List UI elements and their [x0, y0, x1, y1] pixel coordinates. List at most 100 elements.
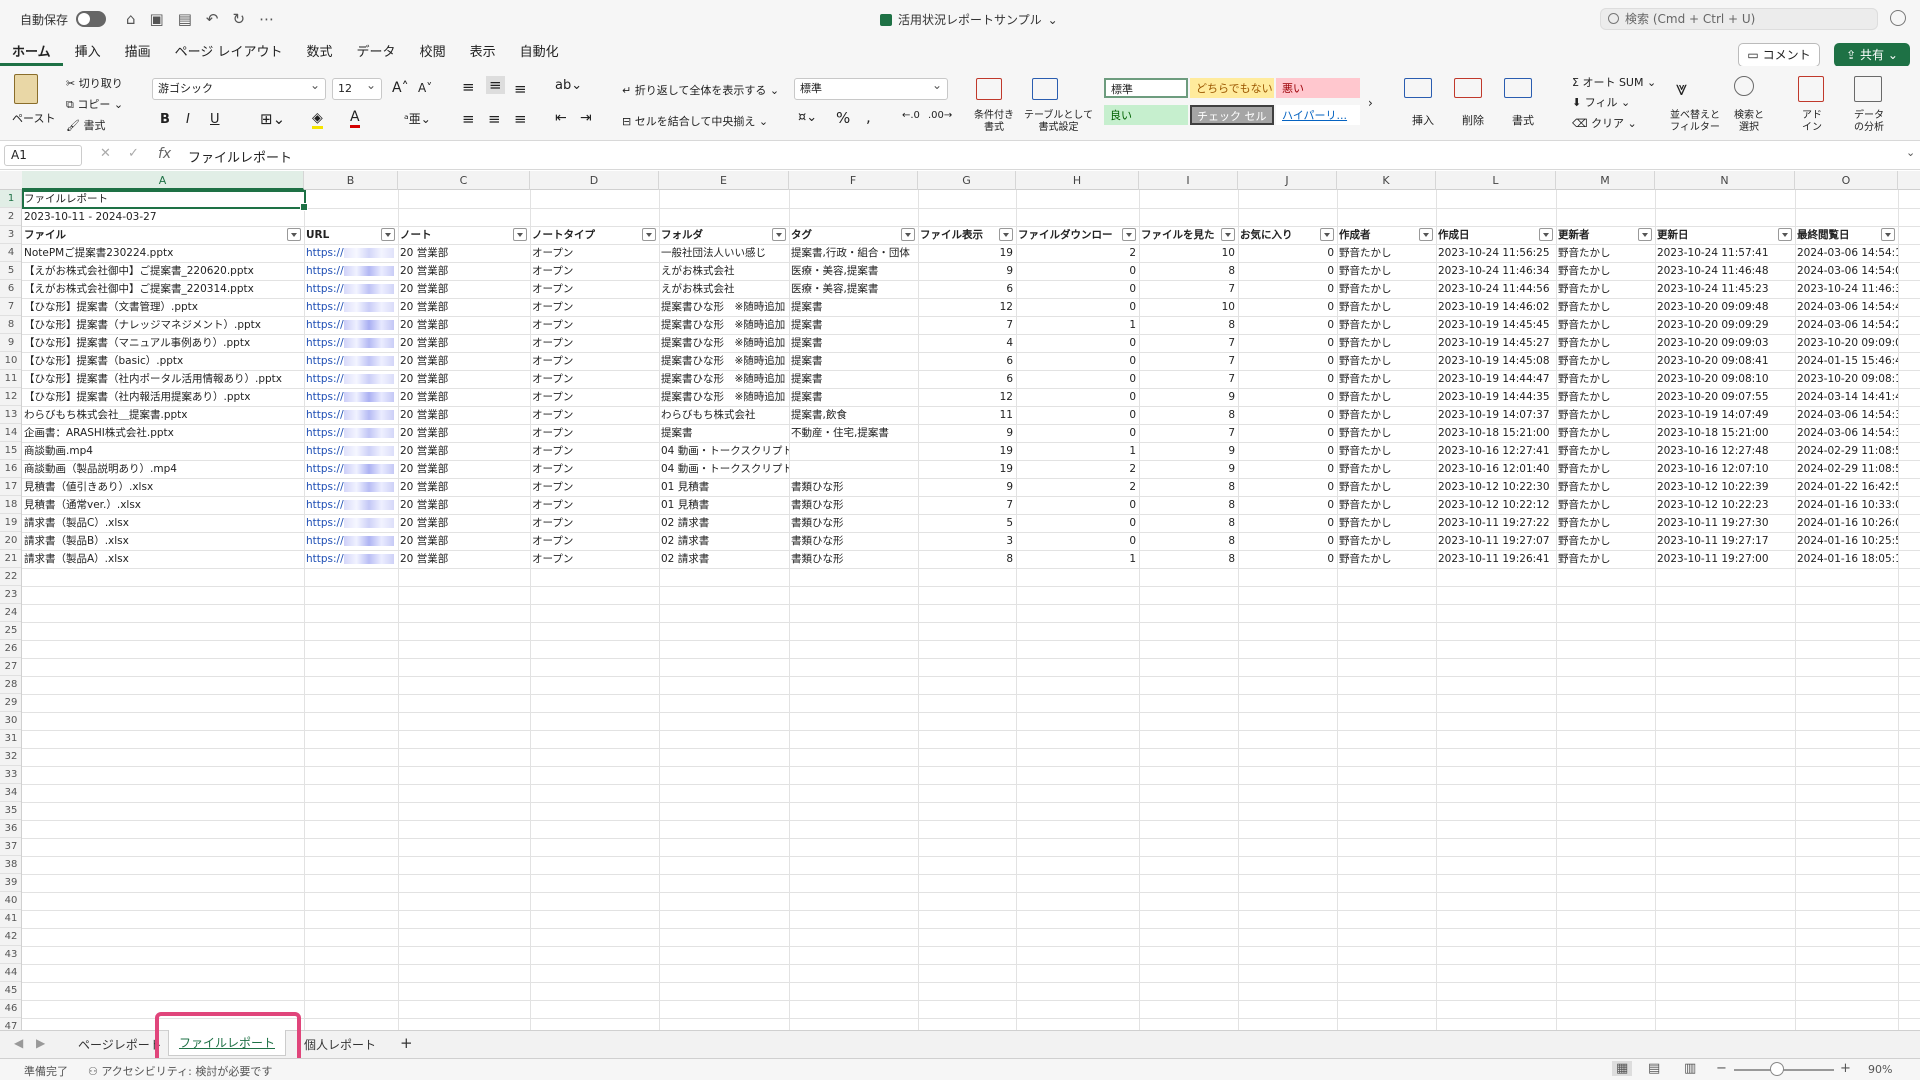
table-cell[interactable]: 12	[918, 388, 1016, 406]
column-header-f[interactable]: F	[789, 171, 918, 190]
table-cell[interactable]: 20 営業部	[398, 334, 530, 352]
table-cell[interactable]: 2024-03-06 14:54:40	[1795, 298, 1898, 316]
table-cell[interactable]: 書類ひな形	[789, 496, 918, 514]
table-cell[interactable]: 2023-10-12 10:22:12	[1436, 496, 1556, 514]
row-header-42[interactable]: 42	[0, 928, 21, 946]
row-header-40[interactable]: 40	[0, 892, 21, 910]
style-bad[interactable]: 悪い	[1276, 78, 1360, 98]
table-cell[interactable]: 1	[1016, 550, 1139, 568]
header-cell[interactable]: フォルダ	[659, 226, 789, 244]
table-cell[interactable]: 0	[1238, 496, 1337, 514]
table-cell[interactable]: 野音たかし	[1337, 298, 1436, 316]
table-cell[interactable]: 提案書ひな形 ※随時追加	[659, 352, 789, 370]
table-cell[interactable]: 8	[1139, 496, 1238, 514]
table-cell[interactable]: 2023-10-24 11:46:34	[1436, 262, 1556, 280]
row-header-29[interactable]: 29	[0, 694, 21, 712]
save-icon[interactable]: ▣	[150, 10, 164, 28]
zoom-slider-thumb[interactable]	[1770, 1062, 1784, 1076]
table-cell[interactable]: 不動産・住宅,提案書	[789, 424, 918, 442]
table-cell[interactable]: 2023-10-19 14:44:47	[1436, 370, 1556, 388]
table-cell[interactable]: 2024-03-06 14:54:05	[1795, 262, 1898, 280]
row-header-31[interactable]: 31	[0, 730, 21, 748]
row-header-2[interactable]: 2	[0, 208, 21, 226]
table-cell[interactable]: 2023-10-19 14:45:27	[1436, 334, 1556, 352]
row-header-36[interactable]: 36	[0, 820, 21, 838]
table-cell[interactable]: 2023-10-19 14:46:02	[1436, 298, 1556, 316]
row-header-34[interactable]: 34	[0, 784, 21, 802]
delete-cells-icon[interactable]	[1454, 78, 1482, 98]
tab-review[interactable]: 校閲	[408, 41, 458, 66]
table-cell[interactable]: 19	[918, 442, 1016, 460]
table-cell[interactable]: 商談動画.mp4	[22, 442, 304, 460]
table-cell[interactable]: 2023-10-20 09:08:10	[1795, 370, 1898, 388]
addins-button[interactable]: アド イン	[1802, 110, 1822, 134]
table-cell[interactable]: 野音たかし	[1556, 298, 1655, 316]
table-cell[interactable]: オープン	[530, 352, 659, 370]
column-header-e[interactable]: E	[659, 171, 789, 190]
table-cell[interactable]: オープン	[530, 388, 659, 406]
active-cell[interactable]	[22, 190, 308, 211]
table-cell[interactable]: 6	[918, 352, 1016, 370]
style-normal[interactable]: 標準	[1104, 78, 1188, 98]
filter-dropdown-icon[interactable]	[513, 228, 527, 241]
table-cell[interactable]: 医療・美容,提案書	[789, 280, 918, 298]
row-header-21[interactable]: 21	[0, 550, 21, 568]
table-cell[interactable]: 医療・美容,提案書	[789, 262, 918, 280]
table-cell[interactable]	[789, 460, 918, 478]
column-header-g[interactable]: G	[918, 171, 1016, 190]
table-cell[interactable]: 2023-10-20 09:08:10	[1655, 370, 1795, 388]
table-cell[interactable]: 9	[918, 424, 1016, 442]
table-cell[interactable]: 2023-10-11 19:27:07	[1436, 532, 1556, 550]
row-header-5[interactable]: 5	[0, 262, 21, 280]
format-painter-button[interactable]: 🖌 書式	[66, 117, 105, 133]
filter-dropdown-icon[interactable]	[901, 228, 915, 241]
column-header-d[interactable]: D	[530, 171, 659, 190]
table-cell[interactable]: 9	[1139, 388, 1238, 406]
table-cell[interactable]: 野音たかし	[1556, 316, 1655, 334]
redo-icon[interactable]: ↻	[233, 10, 246, 28]
wrap-text-button[interactable]: ↵ 折り返して全体を表示する ⌄	[622, 82, 779, 98]
table-cell[interactable]: オープン	[530, 514, 659, 532]
table-cell[interactable]: 8	[1139, 532, 1238, 550]
table-cell[interactable]: 野音たかし	[1337, 244, 1436, 262]
table-cell[interactable]: 0	[1238, 316, 1337, 334]
table-cell[interactable]: 2023-10-24 11:56:25	[1436, 244, 1556, 262]
table-cell[interactable]: 2023-10-24 11:46:36	[1795, 280, 1898, 298]
row-header-15[interactable]: 15	[0, 442, 21, 460]
table-cell[interactable]: 野音たかし	[1556, 262, 1655, 280]
table-cell[interactable]: オープン	[530, 442, 659, 460]
table-cell[interactable]: 提案書	[789, 370, 918, 388]
style-neutral[interactable]: どちらでもない	[1190, 78, 1274, 98]
decrease-indent-icon[interactable]: ⇤	[555, 110, 567, 126]
table-cell[interactable]: 12	[918, 298, 1016, 316]
table-cell[interactable]: 2023-10-19 14:07:49	[1655, 406, 1795, 424]
table-cell[interactable]: 野音たかし	[1556, 514, 1655, 532]
table-cell[interactable]: 02 請求書	[659, 514, 789, 532]
font-size-select[interactable]: 12	[332, 75, 382, 100]
paste-icon[interactable]	[14, 74, 38, 104]
table-cell[interactable]: 2023-10-11 19:27:22	[1436, 514, 1556, 532]
copy-button[interactable]: ⧉ コピー ⌄	[66, 96, 123, 112]
table-cell[interactable]: 【ひな形】提案書（ナレッジマネジメント）.pptx	[22, 316, 304, 334]
table-cell[interactable]: 0	[1016, 298, 1139, 316]
accessibility-status[interactable]: ⚇ アクセシビリティ: 検討が必要です	[88, 1063, 272, 1079]
tab-draw[interactable]: 描画	[113, 41, 163, 66]
table-cell[interactable]: オープン	[530, 532, 659, 550]
table-cell[interactable]: 7	[918, 496, 1016, 514]
fill-button[interactable]: ⬇ フィル ⌄	[1572, 94, 1630, 110]
table-cell[interactable]: 0	[1238, 262, 1337, 280]
paste-button[interactable]: ペースト	[12, 110, 55, 126]
table-cell[interactable]: 野音たかし	[1337, 424, 1436, 442]
document-title[interactable]: 活用状況レポートサンプル ⌄	[880, 11, 1058, 28]
table-cell[interactable]: 野音たかし	[1556, 388, 1655, 406]
conditional-format-button[interactable]: 条件付き 書式	[974, 110, 1014, 134]
tab-page-layout[interactable]: ページ レイアウト	[163, 41, 295, 66]
table-cell[interactable]: 野音たかし	[1337, 496, 1436, 514]
italic-button[interactable]: I	[186, 112, 190, 127]
table-cell[interactable]: 0	[1238, 280, 1337, 298]
table-cell[interactable]: 8	[1139, 550, 1238, 568]
table-cell[interactable]: 野音たかし	[1337, 316, 1436, 334]
table-cell[interactable]: 野音たかし	[1337, 262, 1436, 280]
table-cell[interactable]: 2023-10-24 11:44:56	[1436, 280, 1556, 298]
table-cell[interactable]: えがお株式会社	[659, 280, 789, 298]
